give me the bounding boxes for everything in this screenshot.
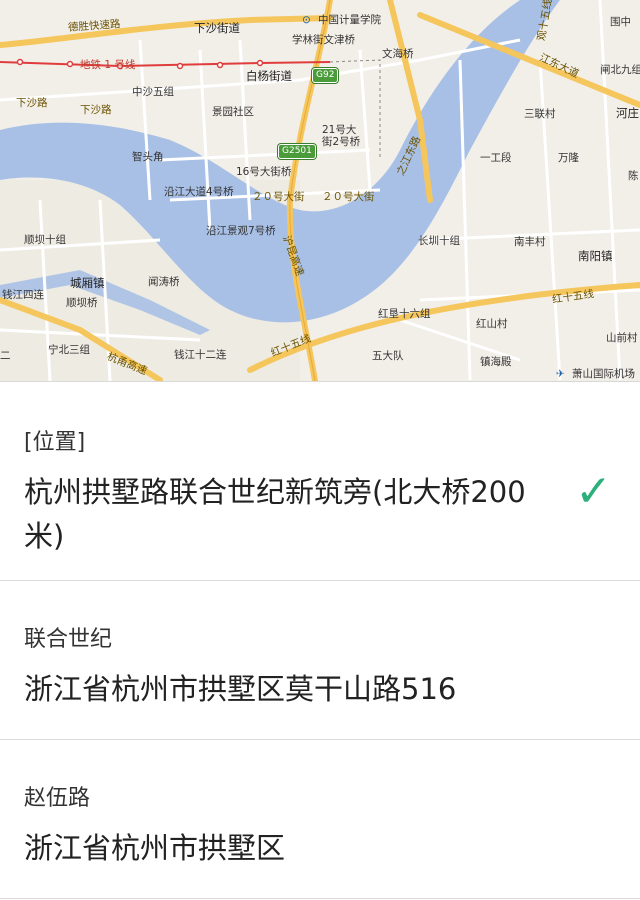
map-label: 宁北三组 xyxy=(48,344,90,356)
map-label: 钱江十二连 xyxy=(174,349,227,361)
location-list: [位置] 杭州拱墅路联合世纪新筑旁(北大桥200米) ✓ 联合世纪 浙江省杭州市… xyxy=(0,381,640,900)
map-label: 万隆 xyxy=(558,152,579,164)
list-item-title: 联合世纪 xyxy=(24,627,113,652)
map-label: 景园社区 xyxy=(212,106,254,118)
map-label: 红山村 xyxy=(476,318,508,330)
map-label: 顺坝十组 xyxy=(24,234,66,246)
map-label: 长圳十组 xyxy=(418,235,460,247)
map-label: 三联村 xyxy=(524,108,556,120)
map-label: 学林街文津桥 xyxy=(292,34,355,46)
list-item-subtitle: 浙江省杭州市拱墅区 xyxy=(24,831,286,865)
map-label: 地铁 1 号线 xyxy=(80,59,136,71)
map-label: 河庄 xyxy=(616,106,639,120)
list-item[interactable]: 联合世纪 浙江省杭州市拱墅区莫干山路516 xyxy=(0,581,640,740)
map-label: 围中 xyxy=(610,16,631,28)
map-label: 二 xyxy=(0,350,11,362)
map-label: ２０号大街 xyxy=(322,191,375,203)
map-label: 镇海殿 xyxy=(480,356,512,368)
map-label: 一工段 xyxy=(480,152,512,164)
list-item[interactable]: 赵伍路 浙江省杭州市拱墅区 xyxy=(0,740,640,899)
map-label: 下沙路 xyxy=(16,97,48,109)
map-label: 五大队 xyxy=(372,350,404,362)
map-label: 文海桥 xyxy=(382,48,414,60)
map-label: 南丰村 xyxy=(514,236,546,248)
map-view[interactable]: 德胜快速路 下沙街道 ⊙ 中国计量学院 学林街文津桥 文海桥 江东大道 地铁 1… xyxy=(0,0,640,381)
map-label: 萧山国际机场 xyxy=(572,368,635,380)
map-label: 闻涛桥 xyxy=(148,276,180,288)
map-label: 钱江四连 xyxy=(2,289,44,301)
map-label: 山前村 xyxy=(606,332,638,344)
list-item-title: 赵伍路 xyxy=(24,786,91,811)
map-label: 沿江景观7号桥 xyxy=(206,225,276,237)
school-icon: ⊙ xyxy=(302,14,311,26)
list-item-subtitle: 浙江省杭州市拱墅区莫干山路516 xyxy=(24,672,457,706)
map-label: 16号大街桥 xyxy=(236,166,292,178)
map-label: 白杨街道 xyxy=(246,69,292,83)
highway-shield: G2501 xyxy=(278,144,316,159)
map-label: 城厢镇 xyxy=(70,276,105,290)
map-label: 智头角 xyxy=(132,151,164,163)
map-label: 中国计量学院 xyxy=(318,14,381,26)
map-label: 闸北九组 xyxy=(600,64,640,76)
map-label: ２０号大街 xyxy=(252,191,305,203)
map-label: 21号大街2号桥 xyxy=(322,124,361,148)
map-label: 中沙五组 xyxy=(132,86,174,98)
checkmark-icon: ✓ xyxy=(575,466,612,517)
map-label: 红垦十六组 xyxy=(378,308,431,320)
map-label: 陈 xyxy=(628,170,639,182)
list-item-title: [位置] xyxy=(24,430,86,455)
map-label: 沿江大道4号桥 xyxy=(164,186,234,198)
map-label: 顺坝桥 xyxy=(66,297,98,309)
map-label: 下沙路 xyxy=(80,104,112,116)
highway-shield: G92 xyxy=(312,68,339,83)
map-label: 南阳镇 xyxy=(578,249,613,263)
airport-icon: ✈ xyxy=(556,368,565,380)
map-label: 下沙街道 xyxy=(194,21,240,35)
list-item[interactable]: [位置] 杭州拱墅路联合世纪新筑旁(北大桥200米) ✓ xyxy=(0,382,640,581)
list-item-subtitle: 杭州拱墅路联合世纪新筑旁(北大桥200米) xyxy=(24,475,526,553)
